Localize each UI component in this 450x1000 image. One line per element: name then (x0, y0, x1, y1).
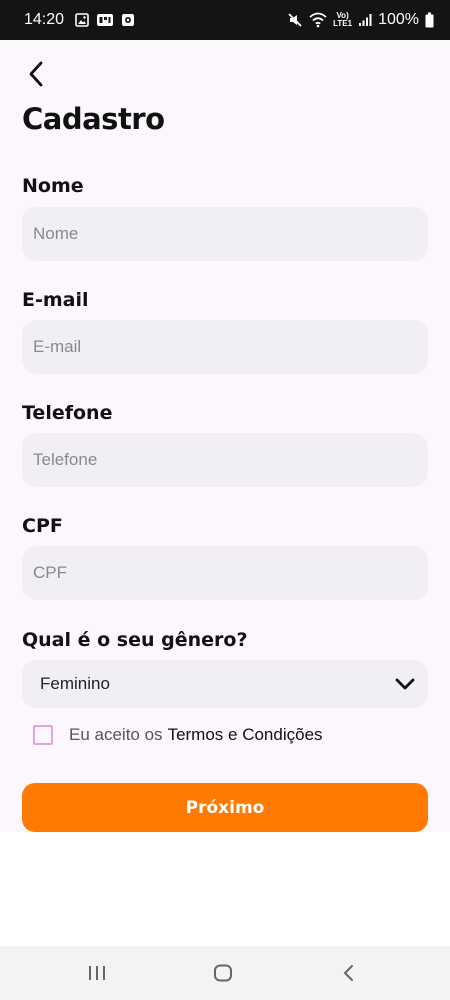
system-nav-bar (0, 946, 450, 1000)
gender-label: Qual é o seu gênero? (22, 629, 248, 651)
recent-apps-icon (89, 966, 105, 980)
phone-label: Telefone (22, 402, 113, 424)
status-time: 14:20 (24, 11, 65, 28)
terms-checkbox[interactable] (33, 725, 53, 745)
mute-icon (287, 12, 303, 28)
gender-selected-value: Feminino (40, 674, 110, 693)
battery-percent: 100% (378, 11, 419, 28)
nav-back-button[interactable] (319, 946, 379, 1000)
chevron-down-icon (394, 677, 416, 691)
email-input[interactable] (22, 320, 428, 374)
next-button[interactable]: Próximo (22, 783, 428, 832)
status-right: Vo) LTE1 100% (287, 11, 434, 29)
page-title: Cadastro (22, 102, 165, 136)
cpf-label: CPF (22, 515, 63, 537)
battery-icon (425, 12, 434, 28)
recent-apps-button[interactable] (67, 946, 127, 1000)
registration-screen: Cadastro Nome E-mail Telefone CPF Qual é… (0, 40, 450, 832)
image-icon (75, 13, 89, 27)
media-icon (121, 13, 135, 27)
chevron-left-icon (29, 61, 43, 87)
terms-text: Eu aceito os (69, 725, 163, 744)
volte-bottom: LTE1 (333, 19, 353, 28)
gender-select[interactable]: Feminino (22, 660, 428, 708)
signal-icon (358, 13, 372, 27)
volte-indicator: Vo) LTE1 (333, 12, 352, 28)
name-input[interactable] (22, 207, 428, 261)
back-icon (344, 965, 353, 981)
terms-row: Eu aceito os Termos e Condições (33, 724, 323, 746)
home-icon (214, 964, 232, 982)
terms-link[interactable]: Termos e Condições (168, 725, 323, 745)
back-button[interactable] (20, 58, 52, 90)
home-button[interactable] (193, 946, 253, 1000)
wifi-icon (309, 12, 327, 28)
email-label: E-mail (22, 289, 89, 311)
name-label: Nome (22, 175, 84, 197)
cpf-input[interactable] (22, 546, 428, 600)
status-bar: 14:20 Vo) LTE1 100% (0, 0, 450, 40)
phone-input[interactable] (22, 433, 428, 487)
alert-badge-icon (96, 13, 114, 27)
status-left: 14:20 (24, 11, 135, 29)
